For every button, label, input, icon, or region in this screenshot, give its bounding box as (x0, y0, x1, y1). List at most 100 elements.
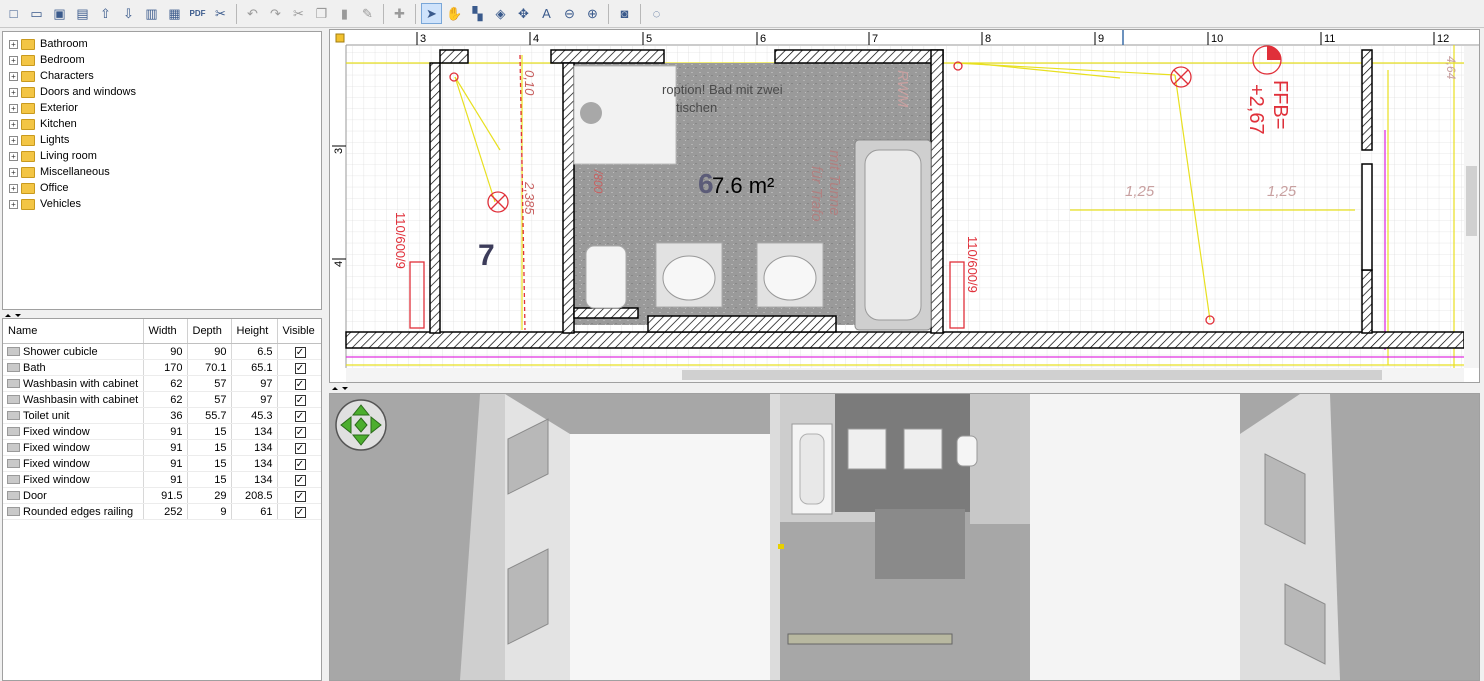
zoom-in-icon[interactable]: ⊕ (582, 3, 603, 24)
catalog-category-characters[interactable]: + Characters (3, 68, 321, 84)
plan-canvas[interactable]: 3 4 5 6 7 8 9 10 11 12 3 4 7.6 m² 6 7 ro… (330, 30, 1479, 382)
save-icon[interactable]: ▣ (49, 3, 70, 24)
add-furniture-icon[interactable]: ✚ (389, 3, 410, 24)
visible-checkbox[interactable]: ✓ (294, 474, 306, 486)
row-width: 91.5 (143, 487, 188, 504)
export-icon[interactable]: ⇩ (118, 3, 139, 24)
pan-mode-icon[interactable]: ✋ (444, 3, 465, 24)
column-header-visible[interactable]: Visible (277, 319, 321, 344)
table-row[interactable]: Fixed window 91 15 134 ✓ (3, 455, 321, 472)
paste-icon[interactable]: ▮ (334, 3, 355, 24)
furniture-catalog-tree: + Bathroom + Bedroom + Characters + Doors an… (2, 31, 322, 310)
redo-icon[interactable]: ↷ (265, 3, 286, 24)
scrollbar-thumb[interactable] (682, 370, 1382, 380)
folder-icon (21, 102, 35, 114)
add-text-icon[interactable]: A (536, 3, 557, 24)
select-mode-icon[interactable]: ➤ (421, 3, 442, 24)
visible-checkbox[interactable]: ✓ (294, 442, 306, 454)
create-dimensions-icon[interactable]: ✥ (513, 3, 534, 24)
3d-view[interactable] (329, 393, 1480, 681)
table-row[interactable]: Fixed window 91 15 134 ✓ (3, 471, 321, 488)
ruler-label: 12 (1437, 33, 1449, 45)
table-row[interactable]: Bath 170 70.1 65.1 ✓ (3, 359, 321, 376)
scrollbar-thumb[interactable] (1466, 166, 1477, 236)
lock-icon[interactable] (335, 33, 345, 43)
catalog-category-office[interactable]: + Office (3, 180, 321, 196)
visible-checkbox[interactable]: ✓ (294, 378, 306, 390)
undo-icon[interactable]: ↶ (242, 3, 263, 24)
expand-icon[interactable]: + (9, 135, 18, 145)
catalog-category-bathroom[interactable]: + Bathroom (3, 36, 321, 52)
expand-icon[interactable]: + (9, 151, 18, 161)
table-row[interactable]: Fixed window 91 15 134 ✓ (3, 439, 321, 456)
visible-checkbox[interactable]: ✓ (294, 362, 306, 374)
column-header-name[interactable]: Name (3, 319, 144, 344)
export-pdf-button[interactable]: PDF (187, 3, 208, 24)
plan-view[interactable]: 3 4 5 6 7 8 9 10 11 12 3 4 7.6 m² 6 7 ro… (329, 29, 1480, 383)
expand-icon[interactable]: + (9, 87, 18, 97)
expand-icon[interactable]: + (9, 199, 18, 209)
category-label: Bathroom (40, 38, 88, 50)
expand-icon[interactable]: + (9, 119, 18, 129)
railing[interactable] (787, 633, 953, 645)
expand-icon[interactable]: + (9, 167, 18, 177)
visible-checkbox[interactable]: ✓ (294, 410, 306, 422)
row-width: 252 (143, 503, 188, 520)
column-header-width[interactable]: Width (143, 319, 188, 344)
expand-icon[interactable]: + (9, 103, 18, 113)
catalog-category-living-room[interactable]: + Living room (3, 148, 321, 164)
left-splitter-handle[interactable] (2, 310, 322, 318)
preferences-icon[interactable]: ✂ (210, 3, 231, 24)
page-setup-icon[interactable]: ▥ (141, 3, 162, 24)
row-name: Door (23, 489, 47, 502)
navigation-arrows-icon[interactable] (334, 398, 390, 454)
visible-checkbox[interactable]: ✓ (294, 458, 306, 470)
room-area-label[interactable]: 7.6 m² (712, 173, 774, 198)
new-home-icon[interactable]: □ (3, 3, 24, 24)
expand-icon[interactable]: + (9, 55, 18, 65)
column-header-height[interactable]: Height (231, 319, 278, 344)
expand-icon[interactable]: + (9, 183, 18, 193)
catalog-category-miscellaneous[interactable]: + Miscellaneous (3, 164, 321, 180)
table-row[interactable]: Washbasin with cabinet 62 57 97 ✓ (3, 375, 321, 392)
vertical-splitter[interactable] (322, 28, 329, 681)
catalog-category-vehicles[interactable]: + Vehicles (3, 196, 321, 212)
table-row[interactable]: Door 91.5 29 208.5 ✓ (3, 487, 321, 504)
visible-checkbox[interactable]: ✓ (294, 346, 306, 358)
copy-icon[interactable]: ❐ (311, 3, 332, 24)
table-row[interactable]: Fixed window 91 15 134 ✓ (3, 423, 321, 440)
zoom-out-icon[interactable]: ⊖ (559, 3, 580, 24)
visible-checkbox[interactable]: ✓ (294, 426, 306, 438)
column-header-depth[interactable]: Depth (187, 319, 232, 344)
expand-icon[interactable]: + (9, 39, 18, 49)
table-row[interactable]: Washbasin with cabinet 62 57 97 ✓ (3, 391, 321, 408)
catalog-category-exterior[interactable]: + Exterior (3, 100, 321, 116)
print-icon[interactable]: ▦ (164, 3, 185, 24)
view-splitter-handle[interactable] (329, 383, 1480, 393)
help-bulb-icon[interactable]: ◌ (646, 3, 667, 24)
paste-style-icon[interactable]: ✎ (357, 3, 378, 24)
plan-vertical-scrollbar[interactable] (1464, 46, 1479, 368)
catalog-category-kitchen[interactable]: + Kitchen (3, 116, 321, 132)
create-walls-icon[interactable]: ▚ (467, 3, 488, 24)
visible-checkbox[interactable]: ✓ (294, 394, 306, 406)
open-icon[interactable]: ▭ (26, 3, 47, 24)
plan-note-mit-line1: mit Tunne (826, 150, 843, 216)
create-rooms-icon[interactable]: ◈ (490, 3, 511, 24)
expand-icon[interactable]: + (9, 71, 18, 81)
cut-icon[interactable]: ✂ (288, 3, 309, 24)
toilet-unit[interactable] (585, 245, 627, 309)
visible-checkbox[interactable]: ✓ (294, 506, 306, 518)
save-as-icon[interactable]: ▤ (72, 3, 93, 24)
visible-checkbox[interactable]: ✓ (294, 490, 306, 502)
catalog-category-lights[interactable]: + Lights (3, 132, 321, 148)
table-row[interactable]: Rounded edges railing 252 9 61 ✓ (3, 503, 321, 520)
3d-canvas[interactable] (330, 394, 1479, 680)
table-row[interactable]: Shower cubicle 90 90 6.5 ✓ (3, 343, 321, 360)
table-row[interactable]: Toilet unit 36 55.7 45.3 ✓ (3, 407, 321, 424)
plan-horizontal-scrollbar[interactable] (346, 368, 1464, 382)
import-furniture-icon[interactable]: ⇧ (95, 3, 116, 24)
catalog-category-bedroom[interactable]: + Bedroom (3, 52, 321, 68)
create-photo-icon[interactable]: ◙ (614, 3, 635, 24)
catalog-category-doors-and-windows[interactable]: + Doors and windows (3, 84, 321, 100)
